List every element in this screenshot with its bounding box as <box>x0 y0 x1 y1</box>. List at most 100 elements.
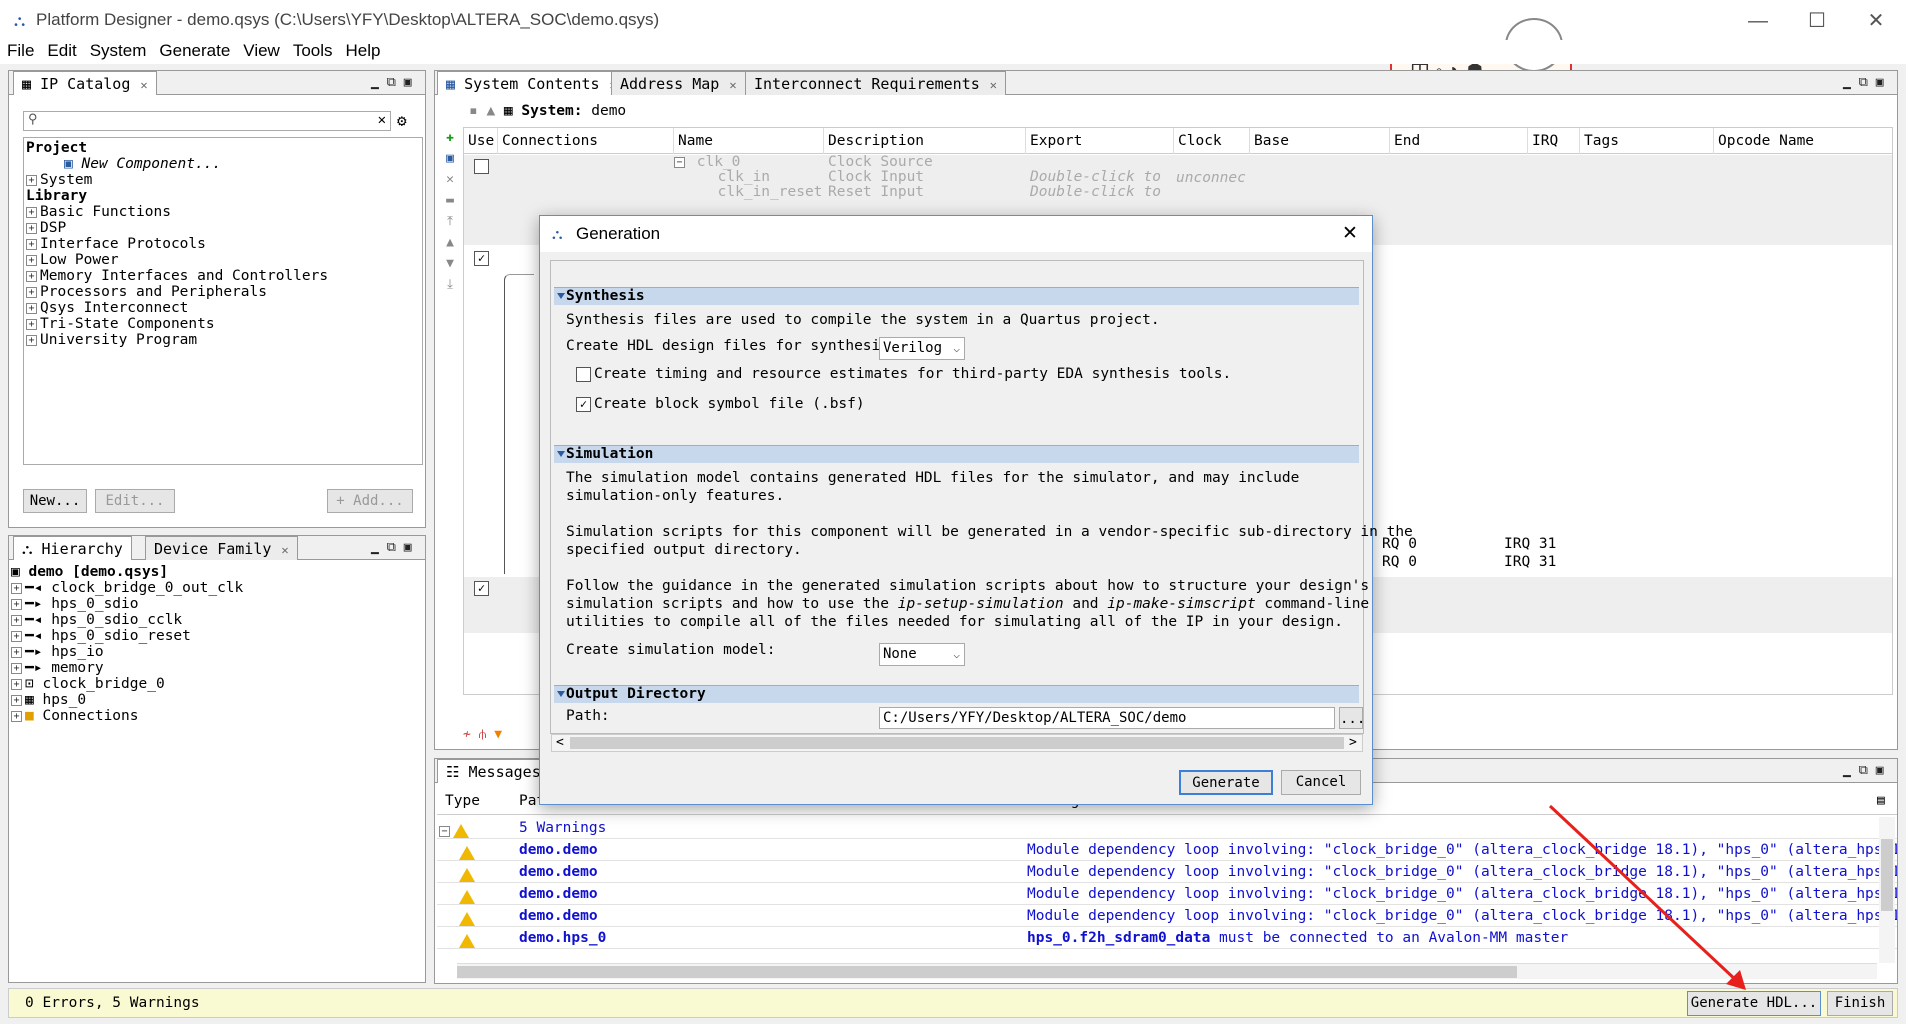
menu-tools[interactable]: Tools <box>286 40 339 62</box>
library-item[interactable]: + Basic Functions <box>26 204 420 220</box>
col-irq[interactable]: IRQ <box>1528 128 1580 154</box>
remove-icon[interactable]: ✕ <box>439 169 461 190</box>
hierarchy-item[interactable]: + ━▸ hps_0_sdio <box>11 596 423 612</box>
scrollbar-thumb[interactable] <box>570 737 1344 749</box>
expand-icon[interactable]: + <box>11 598 22 610</box>
edit-icon[interactable]: ▬ <box>439 190 461 211</box>
expand-icon[interactable]: + <box>26 270 37 282</box>
tab-ip-catalog[interactable]: ▦ IP Catalog ✕ <box>13 71 157 95</box>
panel-controls[interactable]: ▁ ⧉ ▣ <box>371 75 412 90</box>
simulation-header[interactable]: Simulation <box>554 445 1359 463</box>
dialog-hscrollbar[interactable]: < > <box>551 734 1363 752</box>
panel-controls[interactable]: ▁ ⧉ ▣ <box>371 540 412 555</box>
browse-button[interactable]: ... <box>1339 707 1365 729</box>
col-opcode-name[interactable]: Opcode Name <box>1714 128 1892 154</box>
panel-controls[interactable]: ▁ ⧉ ▣ <box>1843 763 1884 778</box>
col-clock[interactable]: Clock <box>1174 128 1250 154</box>
wave-icon[interactable]: ≁ ⫛ <box>463 727 486 742</box>
scroll-right-icon[interactable]: > <box>1349 735 1357 750</box>
use-checkbox[interactable] <box>474 159 489 174</box>
vertical-scrollbar[interactable] <box>1879 817 1895 963</box>
menu-view[interactable]: View <box>236 40 286 62</box>
hierarchy-item[interactable]: + ━▸ hps_io <box>11 644 423 660</box>
dialog-close-icon[interactable]: ✕ <box>1342 222 1358 245</box>
tab-hierarchy[interactable]: ⛬ Hierarchy <box>13 536 132 560</box>
library-item[interactable]: + University Program <box>26 332 420 348</box>
expand-icon[interactable]: + <box>11 710 22 722</box>
col-use[interactable]: Use <box>464 128 498 154</box>
settings-icon[interactable]: ⚙ <box>397 111 407 130</box>
hdl-select[interactable]: Verilog ⌵ <box>879 337 965 360</box>
hierarchy-item[interactable]: + ⊡ clock_bridge_0 <box>11 676 423 692</box>
library-item[interactable]: + Memory Interfaces and Controllers <box>26 268 420 284</box>
library-item[interactable]: + Interface Protocols <box>26 236 420 252</box>
edit-button[interactable]: Edit... <box>95 489 175 513</box>
expand-icon[interactable]: + <box>11 630 22 642</box>
expand-icon[interactable]: + <box>11 678 22 690</box>
nav-up-icon[interactable]: ▪ ▲ <box>469 103 504 119</box>
expand-icon[interactable]: + <box>26 302 37 314</box>
new-component-item[interactable]: ▣ New Component... <box>26 156 420 172</box>
collapse-icon[interactable]: − <box>674 156 685 168</box>
expand-icon[interactable]: + <box>11 694 22 706</box>
col-type[interactable]: Type <box>445 787 480 815</box>
scroll-left-icon[interactable]: < <box>556 735 564 750</box>
scrollbar-thumb[interactable] <box>457 966 1517 978</box>
tab-address-map[interactable]: Address Map ✕ <box>611 71 746 95</box>
tab-device-family[interactable]: Device Family ✕ <box>145 536 298 560</box>
search-field[interactable]: ⚲ ✕ <box>23 111 391 131</box>
expand-icon[interactable]: + <box>26 318 37 330</box>
filter-icon[interactable]: ▼ <box>494 727 502 742</box>
expand-icon[interactable]: + <box>11 582 22 594</box>
col-end[interactable]: End <box>1390 128 1528 154</box>
expand-icon[interactable]: + <box>11 646 22 658</box>
expand-icon[interactable]: + <box>11 614 22 626</box>
path-input[interactable] <box>879 707 1335 729</box>
expand-icon[interactable]: + <box>26 254 37 266</box>
clear-search-icon[interactable]: ✕ <box>378 112 386 128</box>
expand-icon[interactable]: + <box>26 206 37 218</box>
tab-messages[interactable]: ☷ Messages <box>437 759 550 783</box>
library-item[interactable]: + Qsys Interconnect <box>26 300 420 316</box>
tree-item-system[interactable]: + System <box>26 172 420 188</box>
library-item[interactable]: + Low Power <box>26 252 420 268</box>
add-icon[interactable]: ✚ <box>439 127 461 148</box>
expand-icon[interactable]: + <box>26 222 37 234</box>
expand-icon[interactable]: + <box>26 174 37 186</box>
use-checkbox[interactable]: ✓ <box>474 581 489 596</box>
finish-button[interactable]: Finish <box>1827 991 1893 1016</box>
generate-button[interactable]: Generate <box>1179 770 1273 795</box>
col-base[interactable]: Base <box>1250 128 1390 154</box>
col-tags[interactable]: Tags <box>1580 128 1714 154</box>
expand-icon[interactable]: + <box>11 662 22 674</box>
hierarchy-root[interactable]: ▣ demo [demo.qsys] <box>11 564 423 580</box>
panel-controls[interactable]: ▁ ⧉ ▣ <box>1843 75 1884 90</box>
tab-interconnect-requirements[interactable]: Interconnect Requirements ✕ <box>745 71 1007 95</box>
menu-help[interactable]: Help <box>339 40 387 62</box>
copy-icon[interactable]: ▤ <box>1877 787 1885 815</box>
col-description[interactable]: Description <box>824 128 1026 154</box>
hierarchy-item[interactable]: + ━◂ clock_bridge_0_out_clk <box>11 580 423 596</box>
cancel-button[interactable]: Cancel <box>1281 770 1361 795</box>
expand-icon[interactable]: + <box>26 334 37 346</box>
menu-system[interactable]: System <box>83 40 153 62</box>
menu-generate[interactable]: Generate <box>152 40 236 62</box>
scrollbar-thumb[interactable] <box>1881 839 1893 911</box>
expand-icon[interactable]: + <box>26 286 37 298</box>
move-up-icon[interactable]: ▲ <box>439 232 461 253</box>
timing-checkbox[interactable] <box>576 367 591 382</box>
add-button[interactable]: + Add... <box>327 489 413 513</box>
hierarchy-item[interactable]: + ■ Connections <box>11 708 423 724</box>
move-bottom-icon[interactable]: ⤓ <box>439 274 461 295</box>
hierarchy-item[interactable]: + ▦ hps_0 <box>11 692 423 708</box>
library-item[interactable]: + Processors and Peripherals <box>26 284 420 300</box>
expand-icon[interactable]: + <box>26 238 37 250</box>
clock-cell[interactable]: unconnec <box>1176 170 1248 186</box>
bsf-checkbox[interactable]: ✓ <box>576 397 591 412</box>
close-button[interactable]: ✕ <box>1852 6 1900 36</box>
search-input[interactable] <box>44 113 364 129</box>
new-button[interactable]: New... <box>23 489 87 513</box>
synthesis-header[interactable]: Synthesis <box>554 287 1359 305</box>
component-icon[interactable]: ▣ <box>439 148 461 169</box>
maximize-button[interactable]: ☐ <box>1793 6 1841 36</box>
